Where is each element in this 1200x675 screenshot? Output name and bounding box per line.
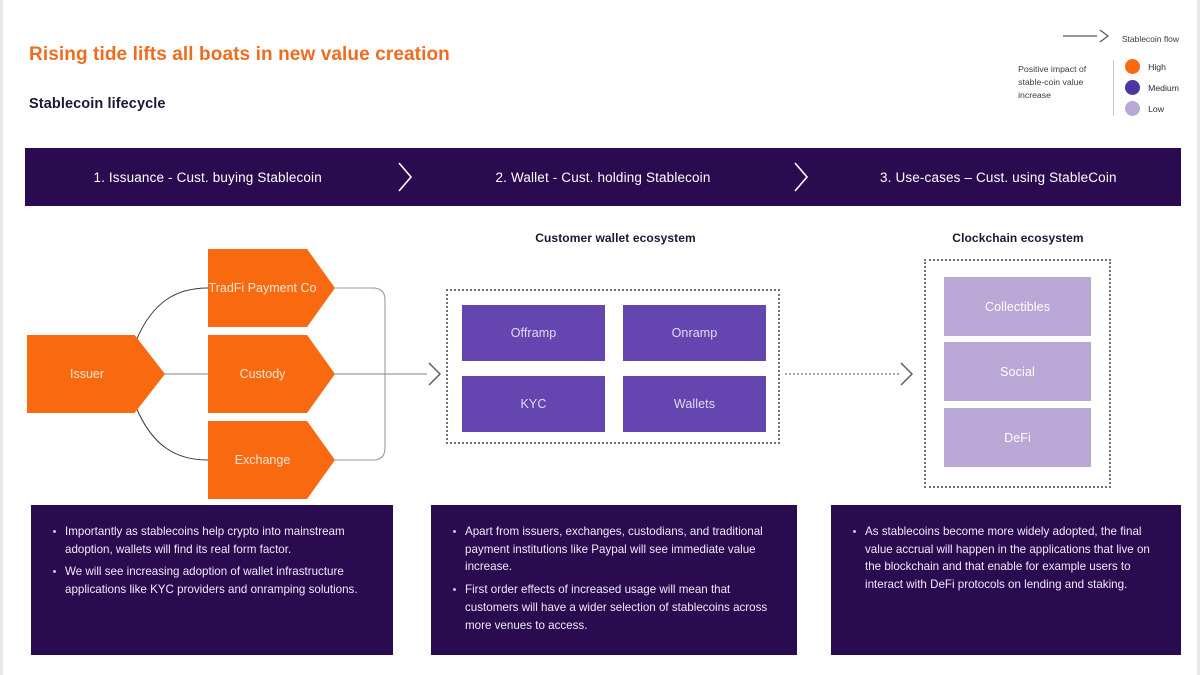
chain-tile-defi[interactable]: DeFi [944, 408, 1091, 467]
flow-node-issuer[interactable]: Issuer [27, 335, 165, 413]
circle-icon-medium [1125, 80, 1141, 95]
list-item: We will see increasing adoption of walle… [51, 563, 373, 598]
stage-banner-item-1[interactable]: 1. Issuance - Cust. buying Stablecoin [25, 170, 390, 185]
legend-key-medium: Medium [1125, 80, 1179, 95]
chevron-right-icon-2 [786, 160, 816, 194]
note-card-wallet: Apart from issuers, exchanges, custodian… [431, 505, 797, 655]
legend-flow: Stablecoin flow [1062, 29, 1179, 48]
note-card-use-cases: As stablecoins become more widely adopte… [831, 505, 1181, 655]
list-item: First order effects of increased usage w… [451, 581, 777, 634]
note-list: Importantly as stablecoins help crypto i… [51, 523, 373, 599]
legend-impact: Positive impact of stable-coin value inc… [1018, 59, 1179, 116]
stage-banner: 1. Issuance - Cust. buying Stablecoin 2.… [25, 148, 1181, 206]
legend-divider [1113, 60, 1115, 116]
legend-key-high: High [1125, 59, 1179, 74]
stage-banner-item-3[interactable]: 3. Use-cases – Cust. using StableCoin [816, 170, 1181, 185]
chain-tile-collectibles[interactable]: Collectibles [944, 277, 1091, 336]
legend-key-list: High Medium Low [1123, 59, 1179, 116]
legend-flow-label: Stablecoin flow [1121, 33, 1179, 44]
list-item: As stablecoins become more widely adopte… [851, 523, 1161, 594]
wallet-tile-wallets[interactable]: Wallets [623, 376, 766, 432]
arrow-right-chevron-icon [1062, 29, 1114, 48]
legend-key-medium-label: Medium [1148, 82, 1179, 93]
wallet-tile-onramp[interactable]: Onramp [623, 305, 766, 361]
legend-key-low-label: Low [1148, 103, 1165, 114]
flow-node-tradfi-payment-co[interactable]: TradFi Payment Co [208, 249, 335, 327]
slide-canvas: Rising tide lifts all boats in new value… [0, 0, 1200, 675]
stage-banner-item-2[interactable]: 2. Wallet - Cust. holding Stablecoin [420, 170, 785, 185]
circle-icon-low [1125, 101, 1141, 116]
legend-impact-caption: Positive impact of stable-coin value inc… [1018, 64, 1087, 101]
chain-tile-social[interactable]: Social [944, 342, 1091, 401]
flow-node-exchange[interactable]: Exchange [208, 421, 335, 499]
legend-key-low: Low [1125, 101, 1179, 116]
wallet-tile-offramp[interactable]: Offramp [462, 305, 605, 361]
chevron-right-icon-1 [390, 160, 420, 194]
page-subtitle: Stablecoin lifecycle [29, 96, 166, 112]
wallet-tile-kyc[interactable]: KYC [462, 376, 605, 432]
flow-node-custody[interactable]: Custody [208, 335, 335, 413]
list-item: Importantly as stablecoins help crypto i… [51, 523, 373, 558]
legend-key-high-label: High [1148, 61, 1166, 72]
blockchain-ecosystem-heading: Clockchain ecosystem [952, 231, 1084, 245]
note-card-issuance: Importantly as stablecoins help crypto i… [31, 505, 393, 655]
circle-icon-high [1125, 59, 1141, 74]
list-item: Apart from issuers, exchanges, custodian… [451, 523, 777, 576]
page-title: Rising tide lifts all boats in new value… [29, 44, 450, 65]
wallet-ecosystem-heading: Customer wallet ecosystem [535, 231, 696, 245]
note-list: Apart from issuers, exchanges, custodian… [451, 523, 777, 634]
note-list: As stablecoins become more widely adopte… [851, 523, 1161, 594]
